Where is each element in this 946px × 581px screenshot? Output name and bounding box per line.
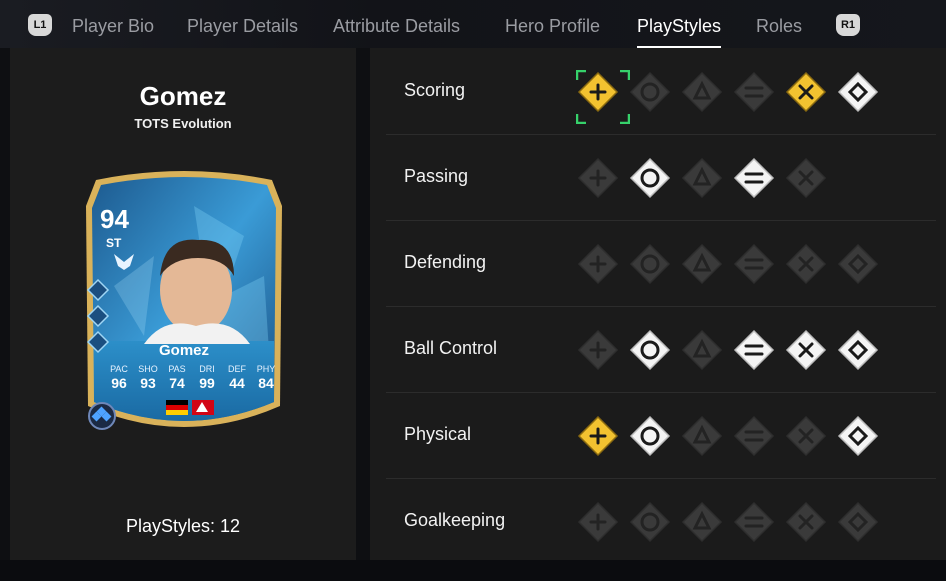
- low-driven-shot-icon[interactable]: [836, 70, 880, 114]
- stat-label: PHY: [256, 364, 276, 374]
- slide-tackle-icon[interactable]: [784, 242, 828, 286]
- stat-label: PAS: [168, 364, 186, 374]
- tab-player-details[interactable]: Player Details: [187, 16, 298, 37]
- playstyles-count: PlayStyles: 12: [125, 516, 241, 536]
- rapid-icon[interactable]: [628, 328, 672, 372]
- dead-ball-icon[interactable]: [628, 70, 672, 114]
- finesse-shot-icon[interactable]: [732, 70, 776, 114]
- card-stat-pas: PAS 74: [162, 364, 192, 391]
- tab-player-bio[interactable]: Player Bio: [72, 16, 154, 37]
- deflector-icon[interactable]: [836, 500, 880, 544]
- first-touch-icon[interactable]: [732, 328, 776, 372]
- long-throw-icon[interactable]: [836, 414, 880, 458]
- tab-bar: L1 Player Bio Player Details Attribute D…: [0, 0, 946, 49]
- tiki-taka-icon[interactable]: [732, 156, 776, 200]
- footwork-icon[interactable]: [628, 500, 672, 544]
- category-label: Goalkeeping: [404, 510, 506, 530]
- acrobatic-physical-icon[interactable]: [732, 414, 776, 458]
- press-proven-icon[interactable]: [836, 328, 880, 372]
- player-card: 94 ST Gomez PAC 96 SHO 93 PAS 74 DRI 99 DEF 4…: [74, 166, 294, 440]
- right-bumper-button[interactable]: R1: [836, 14, 860, 36]
- category-row-scoring: Scoring: [386, 48, 936, 135]
- player-name: Gomez: [139, 81, 227, 111]
- card-stat-sho: SHO 93: [133, 364, 163, 391]
- card-player-name: Gomez: [158, 342, 209, 359]
- stat-value: 99: [199, 375, 215, 391]
- category-label: Physical: [404, 424, 472, 444]
- tab-roles[interactable]: Roles: [756, 16, 802, 37]
- rush-out-icon[interactable]: [732, 500, 776, 544]
- stat-label: PAC: [110, 364, 128, 374]
- tech-icon[interactable]: [576, 328, 620, 372]
- block-icon[interactable]: [628, 242, 672, 286]
- far-throw-icon[interactable]: [576, 500, 620, 544]
- tab-attribute-details[interactable]: Attribute Details: [333, 16, 460, 37]
- tab-hero-profile[interactable]: Hero Profile: [505, 16, 600, 37]
- quick-step-icon[interactable]: [576, 414, 620, 458]
- stat-label: DRI: [199, 364, 215, 374]
- card-position: ST: [106, 236, 122, 250]
- stat-value: 96: [111, 375, 127, 391]
- category-row-defending: Defending: [386, 220, 936, 307]
- category-label: Ball Control: [404, 338, 498, 358]
- incisive-pass-icon[interactable]: [576, 156, 620, 200]
- trivela-icon[interactable]: [680, 414, 724, 458]
- left-bumper-button[interactable]: L1: [28, 14, 52, 36]
- aerial-icon[interactable]: [784, 414, 828, 458]
- stat-value: 44: [229, 375, 245, 391]
- jockey-icon[interactable]: [576, 242, 620, 286]
- cross-claimer-icon[interactable]: [680, 500, 724, 544]
- card-stat-pac: PAC 96: [104, 364, 134, 391]
- stat-value: 93: [140, 375, 156, 391]
- stat-value: 74: [169, 375, 185, 391]
- acrobatic-icon[interactable]: [784, 70, 828, 114]
- anticipate-icon[interactable]: [732, 242, 776, 286]
- relentless-icon[interactable]: [628, 414, 672, 458]
- player-version: TOTS Evolution: [134, 116, 232, 131]
- category-row-ball-control: Ball Control: [386, 306, 936, 393]
- player-card-panel: Gomez TOTS Evolution 94 ST Gomez PAC 96 …: [10, 48, 356, 560]
- card-stat-dri: DRI 99: [192, 364, 222, 391]
- flair-icon[interactable]: [680, 328, 724, 372]
- stat-label: DEF: [228, 364, 246, 374]
- stat-value: 84: [258, 375, 274, 391]
- card-stat-def: DEF 44: [222, 364, 252, 391]
- stat-label: SHO: [138, 364, 158, 374]
- bruiser-icon[interactable]: [836, 242, 880, 286]
- whipped-pass-icon[interactable]: [784, 156, 828, 200]
- card-stat-phy: PHY 84: [251, 364, 281, 391]
- intercept-icon[interactable]: [680, 242, 724, 286]
- category-label: Defending: [404, 252, 487, 272]
- pinged-pass-icon[interactable]: [628, 156, 672, 200]
- trickster-icon[interactable]: [784, 328, 828, 372]
- category-row-goalkeeping: Goalkeeping: [386, 478, 936, 564]
- category-label: Passing: [404, 166, 469, 186]
- long-ball-pass-icon[interactable]: [680, 156, 724, 200]
- playstyles-panel: Scoring Passing Defending Ball Control P…: [370, 48, 946, 560]
- far-reach-icon[interactable]: [784, 500, 828, 544]
- tab-playstyles[interactable]: PlayStyles: [637, 16, 722, 49]
- category-row-physical: Physical: [386, 392, 936, 479]
- category-row-passing: Passing: [386, 134, 936, 221]
- card-rating: 94: [100, 204, 129, 234]
- selection-bracket: [576, 70, 630, 124]
- chip-shot-icon[interactable]: [680, 70, 724, 114]
- category-label: Scoring: [404, 80, 466, 100]
- power-shot-icon[interactable]: [576, 70, 630, 124]
